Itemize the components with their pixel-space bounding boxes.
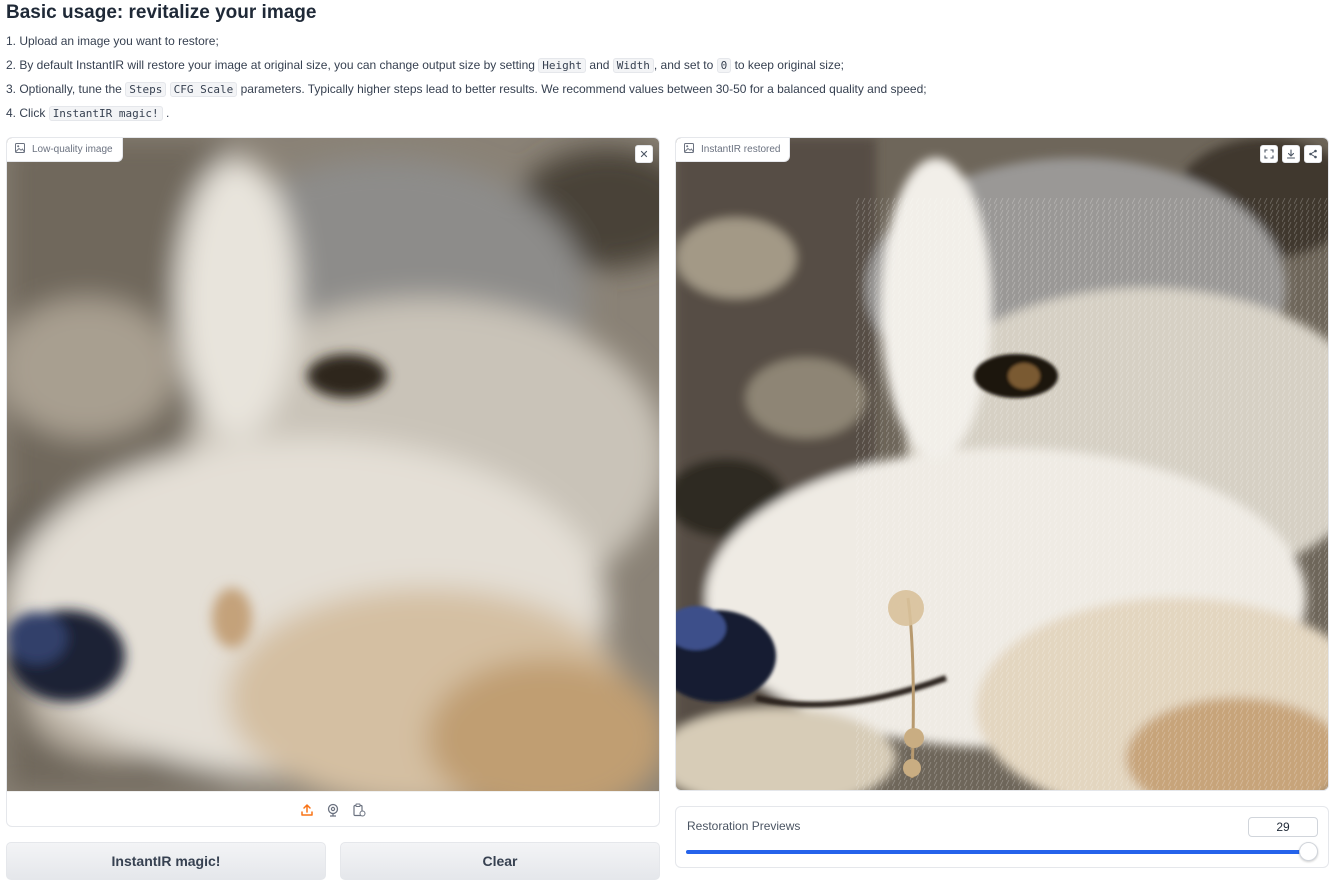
instruction-text: and [589,58,610,72]
output-image-panel: InstantIR restored [675,137,1329,791]
image-source-toolbar [7,791,659,826]
restoration-previews-label: Restoration Previews [687,819,801,833]
webcam-icon[interactable] [325,802,341,818]
code-magic: InstantIR magic! [48,106,163,121]
low-quality-image[interactable] [7,138,659,791]
instruction-text: , and set to [653,58,714,72]
image-icon [15,143,25,156]
instruction-text: parameters. Typically higher steps lead … [240,82,927,96]
instruction-text: 4. Click [6,106,46,120]
instruction-3: 3. Optionally, tune the Steps CFG Scale … [6,82,927,97]
code-zero: 0 [716,58,732,73]
instruction-4: 4. Click InstantIR magic! . [6,106,170,121]
instruction-text: to keep original size; [734,58,844,72]
input-image-label-text: Low-quality image [32,144,113,155]
instruction-2: 2. By default InstantIR will restore you… [6,58,844,73]
code-cfg-scale: CFG Scale [169,82,238,97]
code-width: Width [612,58,654,73]
restored-image [676,138,1328,790]
instruction-text: 1. Upload an image you want to restore; [6,34,219,48]
restoration-previews-number-input[interactable]: 29 [1248,817,1318,837]
code-height: Height [538,58,587,73]
instruction-text: 3. Optionally, tune the [6,82,122,96]
restoration-previews-slider-panel: Restoration Previews 29 [675,806,1329,868]
download-icon[interactable] [1282,145,1300,163]
upload-icon[interactable] [299,802,315,818]
clipboard-icon[interactable] [351,802,367,818]
instruction-text: 2. By default InstantIR will restore you… [6,58,535,72]
slider-thumb[interactable] [1299,842,1318,861]
share-icon[interactable] [1304,145,1322,163]
close-icon[interactable]: ✕ [635,145,653,163]
code-steps: Steps [125,82,167,97]
page-title: Basic usage: revitalize your image [6,2,317,23]
instantir-magic-button[interactable]: InstantIR magic! [6,842,326,880]
input-image-panel[interactable]: Low-quality image ✕ [6,137,660,827]
clear-button[interactable]: Clear [340,842,660,880]
instruction-1: 1. Upload an image you want to restore; [6,34,219,48]
input-image-label: Low-quality image [7,138,123,162]
image-icon [684,143,694,156]
restoration-previews-slider[interactable] [686,842,1318,861]
output-image-label: InstantIR restored [676,138,791,162]
output-image-label-text: InstantIR restored [701,144,781,155]
fullscreen-icon[interactable] [1260,145,1278,163]
instruction-text: . [166,106,170,120]
slider-fill [686,850,1308,854]
